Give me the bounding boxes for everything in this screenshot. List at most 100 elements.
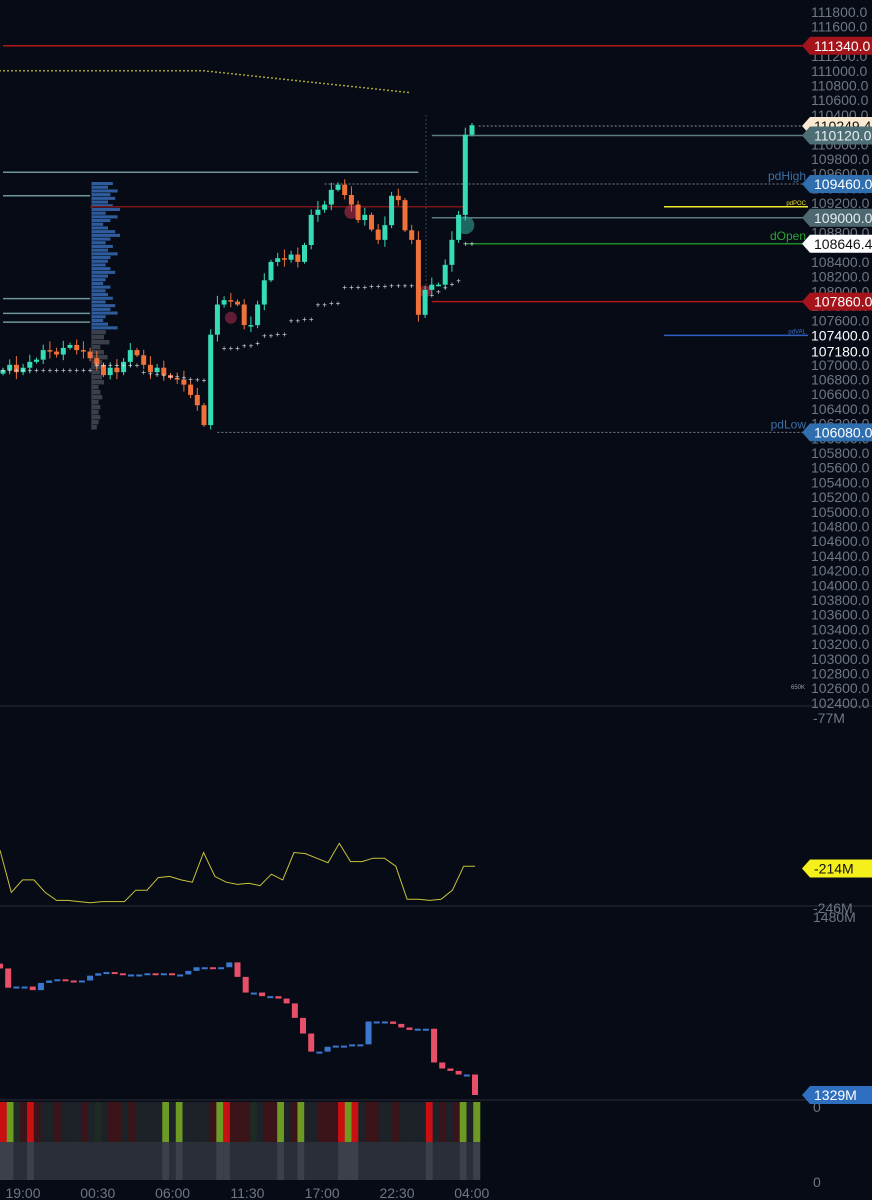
trail-marker: + [269, 331, 274, 340]
vwap-dot [323, 82, 325, 85]
vwap-dot [255, 75, 257, 78]
cvd-candle [5, 968, 12, 988]
volume-profile-bar [92, 315, 106, 319]
heat-cell-low [392, 1142, 400, 1180]
candle [369, 214, 374, 230]
heat-cell-low [263, 1142, 271, 1180]
price-axis-tick: 108200.0 [811, 269, 870, 285]
heat-cell [263, 1102, 271, 1142]
trail-marker: + [235, 344, 240, 353]
heat-cell [432, 1102, 440, 1142]
heat-cell [250, 1102, 258, 1142]
volume-profile-bar [92, 207, 120, 211]
vwap-dot [47, 69, 49, 72]
candle [141, 355, 147, 365]
vwap-dot [171, 69, 173, 72]
heat-cell [256, 1102, 264, 1142]
heat-cell [304, 1102, 312, 1142]
trail-marker: + [168, 372, 173, 381]
candle [355, 204, 361, 221]
price-axis-tick: 105200.0 [811, 489, 870, 505]
heat-cell [114, 1102, 122, 1142]
vwap-dot [35, 69, 37, 72]
heat-cell-low [114, 1142, 122, 1180]
cvd-candle [308, 1033, 315, 1052]
trail-marker: + [450, 280, 455, 289]
volume-profile-bar [92, 296, 113, 300]
vwap-dot [159, 69, 161, 72]
trail-marker: + [456, 276, 461, 285]
heat-cell-low [155, 1142, 163, 1180]
vwap-dot [371, 87, 373, 90]
heat-cell [169, 1102, 177, 1142]
price-chart[interactable]: 111800.0111600.0111400.0111200.0111000.0… [0, 0, 872, 1200]
vwap-dot [55, 69, 57, 72]
vwap-dot [223, 72, 225, 74]
cvd-candle [349, 1044, 356, 1047]
price-axis-tick: 107600.0 [811, 313, 870, 329]
candle [67, 344, 73, 348]
trail-marker: + [121, 361, 126, 370]
trail-marker: + [302, 315, 307, 324]
time-axis-tick: 17:00 [305, 1185, 340, 1200]
trail-marker: + [61, 366, 66, 375]
volume-profile-bar [92, 270, 116, 274]
cvd-candle [250, 992, 257, 995]
heat-cell-low [365, 1142, 373, 1180]
trail-marker: + [21, 366, 26, 375]
vwap-dot [71, 69, 73, 72]
trail-marker: + [202, 376, 207, 385]
price-badge: 108646.4 [814, 236, 872, 252]
cvd-candle [95, 973, 102, 976]
trail-marker: + [128, 361, 133, 370]
cvd-candle [37, 982, 44, 991]
vwap-dot [355, 86, 357, 88]
heat-cell-low [223, 1142, 231, 1180]
vwap-dot [91, 69, 93, 72]
heat-cell-low [67, 1142, 75, 1180]
cvd-candle [390, 1021, 397, 1024]
vwap-dot [95, 69, 97, 72]
vwap-dot [115, 69, 117, 72]
candle [389, 195, 395, 226]
cvd-candle [422, 1028, 429, 1031]
cvd-candle [332, 1045, 339, 1048]
cvd-candle [324, 1046, 331, 1052]
cvd-candle [193, 967, 200, 971]
volume-profile-bar [92, 219, 111, 223]
vwap-dot [283, 78, 285, 81]
candle [442, 264, 448, 285]
price-axis-tick: 110800.0 [811, 78, 869, 94]
price-axis-tick: 106600.0 [811, 386, 870, 402]
cvd-candle [226, 962, 233, 968]
cvd-candle [144, 973, 151, 976]
cvd-candle [78, 980, 85, 983]
price-axis-tick: 103600.0 [811, 607, 870, 623]
volume-profile-bar-low [92, 400, 99, 405]
candle [469, 125, 475, 135]
heat-cell [74, 1102, 82, 1142]
vwap-dot [383, 89, 385, 91]
vwap-dot [135, 69, 137, 72]
heat-cell-low [128, 1142, 136, 1180]
trail-marker: + [242, 342, 247, 351]
trail-marker: + [175, 373, 180, 382]
heat-cell-low [378, 1142, 386, 1180]
volume-profile-bar [92, 189, 118, 193]
heat-cell-low [256, 1142, 264, 1180]
volume-profile-bar-low [92, 385, 99, 390]
heat-cell-low [283, 1142, 292, 1180]
candle [34, 359, 39, 362]
volume-profile-bar [92, 252, 118, 256]
cvd-candle [209, 967, 216, 970]
heat-cell [297, 1102, 305, 1142]
candle [241, 304, 247, 326]
vwap-dot [103, 69, 105, 72]
heat-cell-low [47, 1142, 55, 1180]
level-label-pdval: pdVAL [788, 329, 806, 335]
heat-cell [398, 1102, 406, 1142]
candle [409, 230, 415, 240]
volume-profile-bar [92, 241, 106, 245]
trail-marker: + [135, 361, 140, 370]
vwap-dot [11, 69, 13, 72]
